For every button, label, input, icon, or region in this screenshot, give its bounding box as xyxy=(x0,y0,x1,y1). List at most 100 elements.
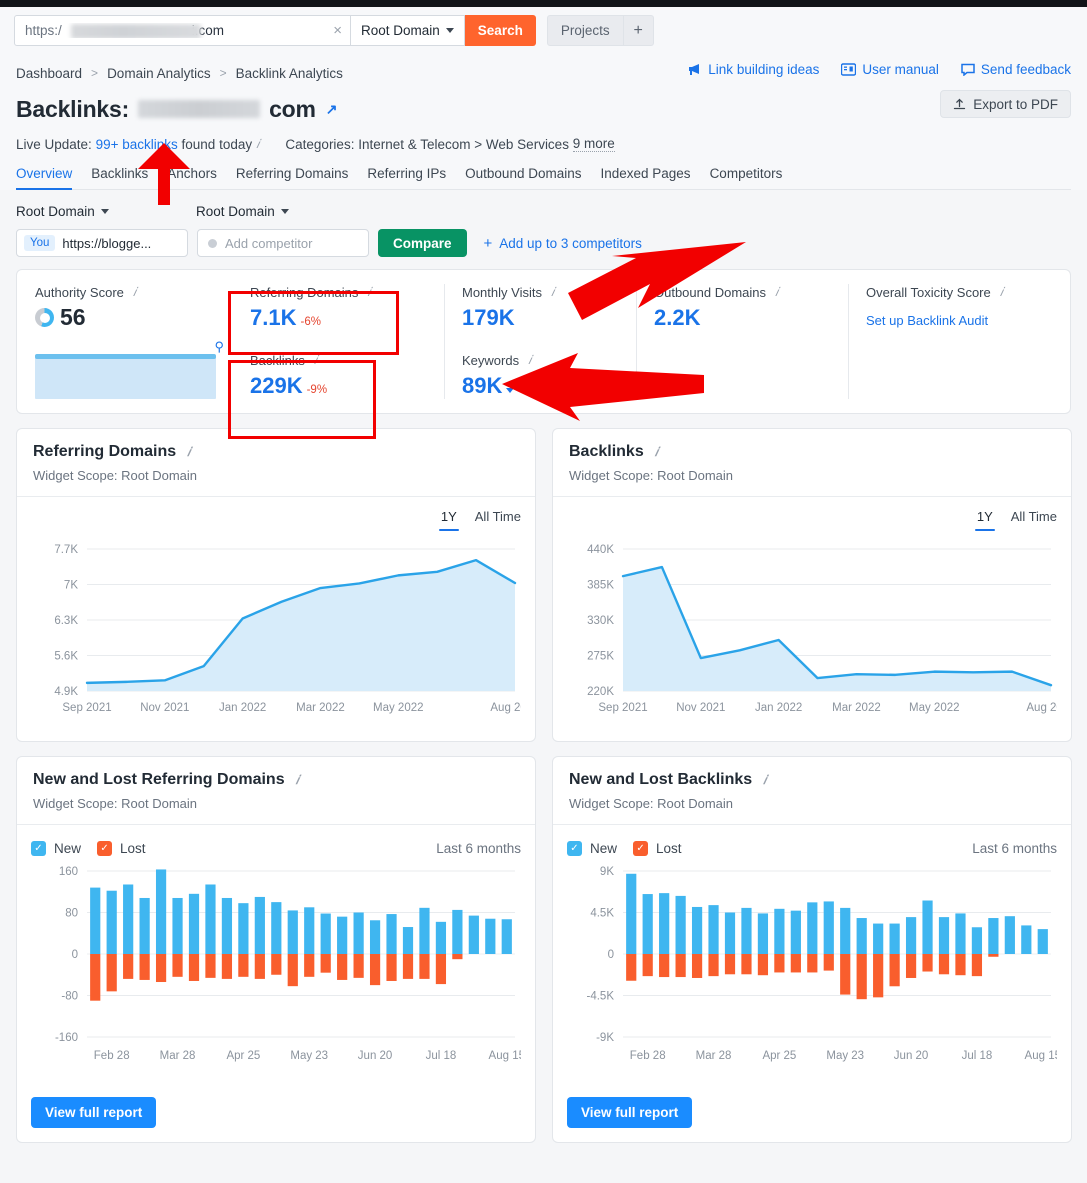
outbound-domains-value[interactable]: 2.2K xyxy=(654,305,700,331)
live-update-backlinks-link[interactable]: 99+ backlinks xyxy=(96,137,178,152)
info-icon[interactable]: 𝑖 xyxy=(655,445,658,460)
view-full-report-button-rd[interactable]: View full report xyxy=(31,1097,157,1128)
new-lost-rd-header: New and Lost Referring Domains 𝑖 Widget … xyxy=(17,757,535,825)
svg-text:80: 80 xyxy=(65,908,78,920)
legend-lost-checkbox-rd[interactable]: ✓ Lost xyxy=(97,840,146,856)
widget-new-lost-referring-domains: New and Lost Referring Domains 𝑖 Widget … xyxy=(16,756,536,1143)
authority-score-text: Authority Score xyxy=(35,285,124,300)
trend-widgets-row: Referring Domains 𝑖 Widget Scope: Root D… xyxy=(0,414,1087,742)
breadcrumb-backlink-analytics[interactable]: Backlink Analytics xyxy=(236,66,343,81)
scope-dropdown-left[interactable]: Root Domain xyxy=(16,204,196,219)
monthly-visits-value[interactable]: 179K xyxy=(462,305,515,331)
live-update-after: found today xyxy=(181,136,253,152)
backlinks-range-tabs: 1Y All Time xyxy=(567,509,1057,531)
donut-gauge-icon xyxy=(35,308,54,327)
user-manual-label: User manual xyxy=(862,62,939,77)
backlinks-widget-title-row: Backlinks 𝑖 xyxy=(569,443,1055,461)
add-competitor-input[interactable]: Add competitor xyxy=(197,229,369,257)
send-feedback-link[interactable]: Send feedback xyxy=(961,62,1071,77)
new-lost-widgets-row: New and Lost Referring Domains 𝑖 Widget … xyxy=(0,742,1087,1143)
keywords-value[interactable]: 89K xyxy=(462,373,502,399)
add-project-icon[interactable]: + xyxy=(623,15,654,46)
user-manual-link[interactable]: User manual xyxy=(841,62,939,77)
clear-icon[interactable]: × xyxy=(327,22,342,39)
export-to-pdf-button[interactable]: Export to PDF xyxy=(940,90,1071,118)
info-icon[interactable]: 𝑖 xyxy=(1000,285,1003,300)
new-lost-rd-period: Last 6 months xyxy=(436,840,521,856)
your-domain-field[interactable]: You https://blogge... xyxy=(16,229,188,257)
new-lost-bl-bar-chart[interactable]: -9K -4.5K 0 4.5K 9K Feb 28 Mar 28 Apr 25 May 23 J… xyxy=(567,859,1058,1077)
referring-domains-area-chart[interactable]: 4.9K 5.6K 6.3K 7K 7.7K Sep 2021 Nov 2021 Jan 20… xyxy=(31,531,521,731)
svg-text:May 2022: May 2022 xyxy=(373,702,424,714)
tab-overview[interactable]: Overview xyxy=(16,166,73,190)
new-lost-rd-bar-chart[interactable]: -160 -80 0 80 160 Feb 28 Mar 28 Apr 25 May 23 Jun… xyxy=(31,859,521,1077)
backlinks-area-chart[interactable]: 220K 275K 330K 385K 440K Sep 2021 Nov 2021 Jan … xyxy=(567,531,1057,731)
tab-backlinks[interactable]: Backlinks xyxy=(91,166,148,189)
tab-outbound-domains[interactable]: Outbound Domains xyxy=(465,166,581,189)
upload-icon xyxy=(954,98,966,109)
external-link-icon[interactable]: ↗ xyxy=(326,101,338,118)
legend-new-checkbox-bl[interactable]: ✓ New xyxy=(567,840,617,856)
projects-button[interactable]: Projects xyxy=(546,15,624,46)
info-icon[interactable]: 𝑖 xyxy=(367,285,370,300)
search-scope-dropdown[interactable]: Root Domain xyxy=(351,15,465,46)
scope-row: Root Domain Root Domain xyxy=(16,200,1071,222)
info-icon[interactable]: 𝑖 xyxy=(763,773,766,788)
tab-referring-domains[interactable]: Referring Domains xyxy=(236,166,349,189)
svg-text:Jan 2022: Jan 2022 xyxy=(755,702,802,714)
competitor-row: You https://blogge... Add competitor Com… xyxy=(16,229,1071,257)
search-button[interactable]: Search xyxy=(464,15,536,46)
range-tab-1y[interactable]: 1Y xyxy=(438,509,459,531)
svg-text:Mar 28: Mar 28 xyxy=(160,1050,196,1062)
referring-domains-value[interactable]: 7.1K xyxy=(250,305,296,331)
info-icon[interactable]: 𝑖 xyxy=(187,445,190,460)
chevron-down-icon[interactable] xyxy=(506,388,515,393)
backlinks-value[interactable]: 229K xyxy=(250,373,303,399)
svg-text:May 23: May 23 xyxy=(290,1050,328,1062)
info-icon[interactable]: 𝑖 xyxy=(775,285,778,300)
categories-more-link[interactable]: 9 more xyxy=(572,136,615,152)
legend-lost-checkbox-bl[interactable]: ✓ Lost xyxy=(633,840,682,856)
url-input[interactable]: https:/i.com × xyxy=(14,15,351,46)
legend-new-checkbox-rd[interactable]: ✓ New xyxy=(31,840,81,856)
svg-text:7.7K: 7.7K xyxy=(54,544,78,556)
link-building-ideas-link[interactable]: Link building ideas xyxy=(688,62,819,77)
outbound-domains-text: Outbound Domains xyxy=(654,285,767,300)
setup-backlink-audit-link[interactable]: Set up Backlink Audit xyxy=(866,313,1070,328)
your-domain-value: https://blogge... xyxy=(62,235,152,251)
checkbox-checked-icon: ✓ xyxy=(31,840,46,856)
tab-referring-ips[interactable]: Referring IPs xyxy=(367,166,446,189)
svg-text:6.3K: 6.3K xyxy=(54,615,78,627)
tab-indexed-pages[interactable]: Indexed Pages xyxy=(600,166,690,189)
send-feedback-label: Send feedback xyxy=(980,62,1071,77)
nav-tabs: Overview Backlinks Anchors Referring Dom… xyxy=(16,166,1071,190)
info-icon[interactable]: 𝑖 xyxy=(551,285,554,300)
view-full-report-button-bl[interactable]: View full report xyxy=(567,1097,693,1128)
outbound-domains-value-row: 2.2K xyxy=(654,305,848,331)
info-icon[interactable]: 𝑖 xyxy=(314,353,317,368)
range-tab-all-time[interactable]: All Time xyxy=(1011,509,1057,531)
tab-competitors[interactable]: Competitors xyxy=(710,166,783,189)
scope-dropdown-right[interactable]: Root Domain xyxy=(196,204,289,219)
page-title: Backlinks: com ↗ xyxy=(16,96,337,123)
svg-text:Mar 2022: Mar 2022 xyxy=(832,702,881,714)
tab-anchors[interactable]: Anchors xyxy=(167,166,217,189)
info-icon[interactable]: 𝑖 xyxy=(256,137,259,152)
svg-text:Apr 25: Apr 25 xyxy=(226,1050,260,1062)
referring-domains-widget-title-row: Referring Domains 𝑖 xyxy=(33,443,519,461)
new-lost-bl-legend: ✓ New ✓ Lost Last 6 months xyxy=(567,837,1057,859)
page-header: Dashboard > Domain Analytics > Backlink … xyxy=(0,54,1087,190)
breadcrumb-domain-analytics[interactable]: Domain Analytics xyxy=(107,66,211,81)
info-icon[interactable]: 𝑖 xyxy=(133,285,136,300)
range-tab-all-time[interactable]: All Time xyxy=(475,509,521,531)
referring-domains-delta: -6% xyxy=(300,316,321,328)
range-tab-1y[interactable]: 1Y xyxy=(974,509,995,531)
info-icon[interactable]: 𝑖 xyxy=(296,773,299,788)
scope-right-label: Root Domain xyxy=(196,203,275,219)
compare-button[interactable]: Compare xyxy=(378,229,467,257)
add-competitors-link[interactable]: + Add up to 3 competitors xyxy=(484,235,642,252)
breadcrumb-dashboard[interactable]: Dashboard xyxy=(16,66,82,81)
zoom-in-icon[interactable]: ⚲ xyxy=(214,339,224,355)
widget-backlinks: Backlinks 𝑖 Widget Scope: Root Domain 1Y… xyxy=(552,428,1072,742)
info-icon[interactable]: 𝑖 xyxy=(528,353,531,368)
